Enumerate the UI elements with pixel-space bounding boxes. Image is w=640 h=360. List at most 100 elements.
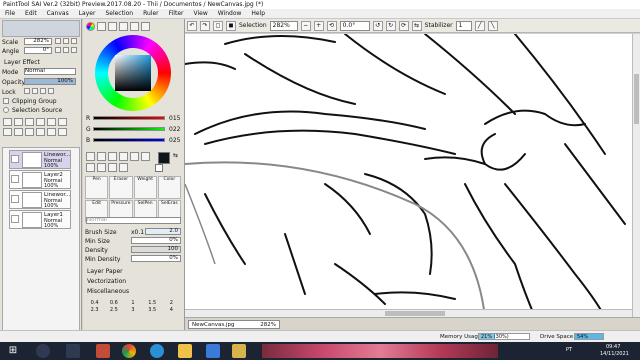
layer-effect-header[interactable]: Layer Effect [4, 59, 40, 66]
size-preset[interactable]: 2.3 [85, 307, 104, 313]
menu-filter[interactable]: Filter [164, 9, 189, 18]
transform-icon[interactable] [119, 163, 128, 172]
rotate-left-icon[interactable]: ↺ [372, 20, 383, 31]
swap-colors-icon[interactable]: ⇆ [173, 152, 178, 159]
redo-icon[interactable]: ↷ [200, 20, 210, 31]
navigator-preview[interactable] [2, 20, 80, 37]
zoom-reset-icon[interactable]: ⟲ [326, 20, 337, 31]
green-slider[interactable] [93, 127, 165, 131]
curve-tool-icon[interactable]: ╲ [487, 20, 498, 31]
brush-mode-select[interactable]: Normal [86, 217, 181, 224]
scale-field[interactable]: 282% [24, 38, 52, 45]
red-slider[interactable] [93, 116, 165, 120]
menu-file[interactable]: File [0, 9, 20, 18]
zoom-tool-icon[interactable] [97, 163, 106, 172]
blue-slider[interactable] [93, 138, 165, 142]
hand-icon[interactable] [130, 152, 139, 161]
transfer-icon[interactable] [25, 128, 34, 136]
zoom-in-icon[interactable]: + [313, 20, 324, 31]
selection-source-radio[interactable] [3, 107, 9, 113]
rotate-tool-icon[interactable] [108, 163, 117, 172]
swatch-toggle-icon[interactable] [130, 22, 139, 31]
lasso-icon[interactable] [97, 152, 106, 161]
opacity-slider[interactable]: 100% [24, 78, 76, 85]
saturation-value-square[interactable] [115, 55, 151, 91]
size-preset[interactable]: 2 [162, 300, 181, 306]
foreground-color-swatch[interactable] [158, 152, 170, 164]
size-preset[interactable]: 0.6 [104, 300, 123, 306]
clipping-group-checkbox[interactable] [3, 98, 9, 104]
search-icon[interactable] [36, 344, 50, 358]
menu-layer[interactable]: Layer [74, 9, 101, 18]
layer-item[interactable]: Layer2 Normal 100% [9, 170, 71, 189]
undo-icon[interactable]: ↶ [187, 20, 197, 31]
brush-size-slider[interactable]: 2.0 [145, 228, 181, 235]
min-size-slider[interactable]: 0% [131, 237, 181, 244]
visibility-eye-icon[interactable] [11, 175, 19, 183]
lock-pixels-icon[interactable] [24, 88, 30, 94]
lock-move-icon[interactable] [32, 88, 38, 94]
visibility-eye-icon[interactable] [11, 195, 19, 203]
store-icon[interactable] [206, 344, 220, 358]
layer-item[interactable]: Layer1 Normal 100% [9, 210, 71, 229]
file-explorer-icon[interactable] [178, 344, 192, 358]
drawing-canvas[interactable] [185, 34, 632, 317]
move-icon[interactable] [86, 163, 95, 172]
size-preset[interactable]: 1.5 [143, 300, 162, 306]
size-preset[interactable]: 3 [123, 307, 142, 313]
delete-layer-icon[interactable] [58, 118, 67, 126]
background-color-swatch[interactable] [155, 164, 163, 172]
eraser-tool[interactable]: Eraser [109, 176, 133, 199]
stabilizer-field[interactable]: 1 [455, 20, 472, 31]
menu-help[interactable]: Help [246, 9, 270, 18]
rotation-field[interactable]: 0.0° [339, 20, 370, 31]
rgb-slider-toggle-icon[interactable] [97, 22, 106, 31]
line-tool-icon[interactable]: ╱ [474, 20, 485, 31]
deselect-icon[interactable]: ◻ [213, 20, 223, 31]
pen-tool[interactable]: Pen [85, 176, 109, 199]
layer-paper-section[interactable]: Layer Paper [87, 268, 123, 275]
layer-item[interactable]: Linewor... Normal 100% [9, 150, 71, 169]
menu-canvas[interactable]: Canvas [42, 9, 74, 18]
miscellaneous-section[interactable]: Miscellaneous [87, 288, 129, 295]
rotate-reset-icon[interactable]: ⟳ [398, 20, 409, 31]
size-preset[interactable]: 1 [123, 300, 142, 306]
angle-field[interactable]: 0° [24, 47, 52, 54]
lock-paint-icon[interactable] [40, 88, 46, 94]
blend-mode-select[interactable]: Normal [24, 68, 76, 75]
vertical-scrollbar[interactable] [632, 34, 640, 317]
palette-toggle-icon[interactable] [119, 22, 128, 31]
zoom-in-icon[interactable] [63, 38, 69, 44]
edge-icon[interactable] [150, 344, 164, 358]
menu-view[interactable]: View [188, 9, 212, 18]
menu-edit[interactable]: Edit [20, 9, 42, 18]
trash-icon[interactable] [58, 128, 67, 136]
lock-alpha-icon[interactable] [48, 88, 54, 94]
sai-app-icon[interactable] [232, 344, 246, 358]
document-tab[interactable]: NewCanvas.jpg 282% [188, 320, 280, 329]
zoom-out-icon[interactable] [55, 38, 61, 44]
hsv-slider-toggle-icon[interactable] [108, 22, 117, 31]
color-wheel-toggle-icon[interactable] [86, 22, 95, 31]
language-indicator[interactable]: PT [566, 347, 572, 353]
visibility-eye-icon[interactable] [11, 215, 19, 223]
size-preset[interactable]: 0.4 [85, 300, 104, 306]
rotate-left-icon[interactable] [55, 47, 61, 53]
min-density-slider[interactable]: 0% [131, 255, 181, 262]
clear-layer-icon[interactable] [14, 128, 23, 136]
color-wheel[interactable] [95, 35, 171, 111]
new-folder-icon[interactable] [25, 118, 34, 126]
combine-icon[interactable] [47, 128, 56, 136]
menu-window[interactable]: Window [213, 9, 247, 18]
brush-size-mult[interactable]: x0.1 [131, 229, 144, 236]
menu-selection[interactable]: Selection [100, 9, 138, 18]
task-view-icon[interactable] [66, 344, 80, 358]
zoom-icon[interactable] [141, 152, 150, 161]
start-menu-icon[interactable]: ⊞ [6, 344, 20, 358]
zoom-field[interactable]: 282% [269, 20, 298, 31]
eyedropper-icon[interactable] [119, 152, 128, 161]
rotate-reset-icon[interactable] [71, 47, 77, 53]
horizontal-scrollbar[interactable] [185, 309, 632, 317]
rotate-right-icon[interactable] [63, 47, 69, 53]
menu-ruler[interactable]: Ruler [138, 9, 164, 18]
